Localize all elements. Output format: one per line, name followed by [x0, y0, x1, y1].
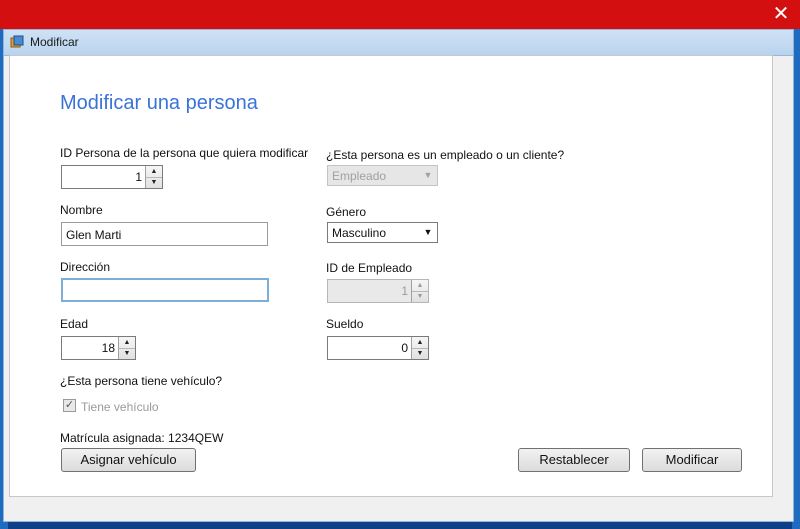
- nombre-label: Nombre: [60, 203, 103, 217]
- id-empleado-label: ID de Empleado: [326, 261, 413, 275]
- spinner-buttons: ▲ ▼: [118, 337, 135, 359]
- tipo-value: Empleado: [332, 169, 387, 183]
- sueldo-label: Sueldo: [326, 317, 364, 331]
- dialog-title: Modificar: [30, 35, 79, 49]
- id-persona-value: 1: [135, 170, 142, 184]
- edad-value: 18: [101, 341, 115, 355]
- matricula-label: Matrícula asignada: 1234QEW: [60, 431, 224, 445]
- modificar-button[interactable]: Modificar: [642, 448, 742, 472]
- tipo-label: ¿Esta persona es un empleado o un client…: [326, 148, 565, 162]
- vehiculo-question: ¿Esta persona tiene vehículo?: [60, 374, 223, 388]
- page-title: Modificar una persona: [60, 92, 258, 114]
- decrement-arrow-icon[interactable]: ▼: [119, 348, 135, 359]
- dialog-titlebar: Modificar: [4, 30, 793, 56]
- genero-select[interactable]: Masculino ▼: [327, 222, 438, 243]
- chevron-down-icon: ▼: [423, 227, 433, 237]
- sueldo-spinner[interactable]: 0 ▲ ▼: [327, 336, 429, 360]
- tiene-vehiculo-label: Tiene vehículo: [81, 400, 159, 414]
- direccion-label: Dirección: [60, 260, 111, 274]
- id-persona-label: ID Persona de la persona que quiera modi…: [60, 146, 309, 160]
- genero-label: Género: [326, 205, 367, 219]
- spinner-buttons: ▲ ▼: [145, 166, 162, 188]
- edad-spinner[interactable]: 18 ▲ ▼: [61, 336, 136, 360]
- decrement-arrow-icon[interactable]: ▼: [412, 348, 428, 359]
- sueldo-value: 0: [401, 341, 408, 355]
- direccion-field[interactable]: [61, 278, 269, 302]
- nombre-value: Glen Marti: [66, 228, 122, 242]
- decrement-arrow-icon[interactable]: ▼: [146, 177, 162, 188]
- genero-value: Masculino: [332, 226, 387, 240]
- restablecer-button[interactable]: Restablecer: [518, 448, 630, 472]
- close-icon[interactable]: ✕: [768, 3, 794, 25]
- tiene-vehiculo-checkbox[interactable]: ✓: [63, 399, 76, 412]
- id-empleado-spinner[interactable]: 1 ▲ ▼: [327, 279, 429, 303]
- id-persona-spinner[interactable]: 1 ▲ ▼: [61, 165, 163, 189]
- outer-titlebar: [0, 0, 800, 29]
- id-empleado-value: 1: [401, 284, 408, 298]
- form-panel: Modificar una persona ID Persona de la p…: [9, 55, 773, 497]
- asignar-vehiculo-button[interactable]: Asignar vehículo: [61, 448, 196, 472]
- decrement-arrow-icon[interactable]: ▼: [412, 291, 428, 302]
- modificar-dialog: Modificar Modificar una persona ID Perso…: [3, 29, 794, 522]
- nombre-field[interactable]: Glen Marti: [61, 222, 268, 246]
- tipo-select[interactable]: Empleado ▼: [327, 165, 438, 186]
- spinner-buttons: ▲ ▼: [411, 337, 428, 359]
- java-app-icon: [10, 35, 24, 48]
- edad-label: Edad: [60, 317, 89, 331]
- spinner-buttons: ▲ ▼: [411, 280, 428, 302]
- chevron-down-icon: ▼: [423, 170, 433, 180]
